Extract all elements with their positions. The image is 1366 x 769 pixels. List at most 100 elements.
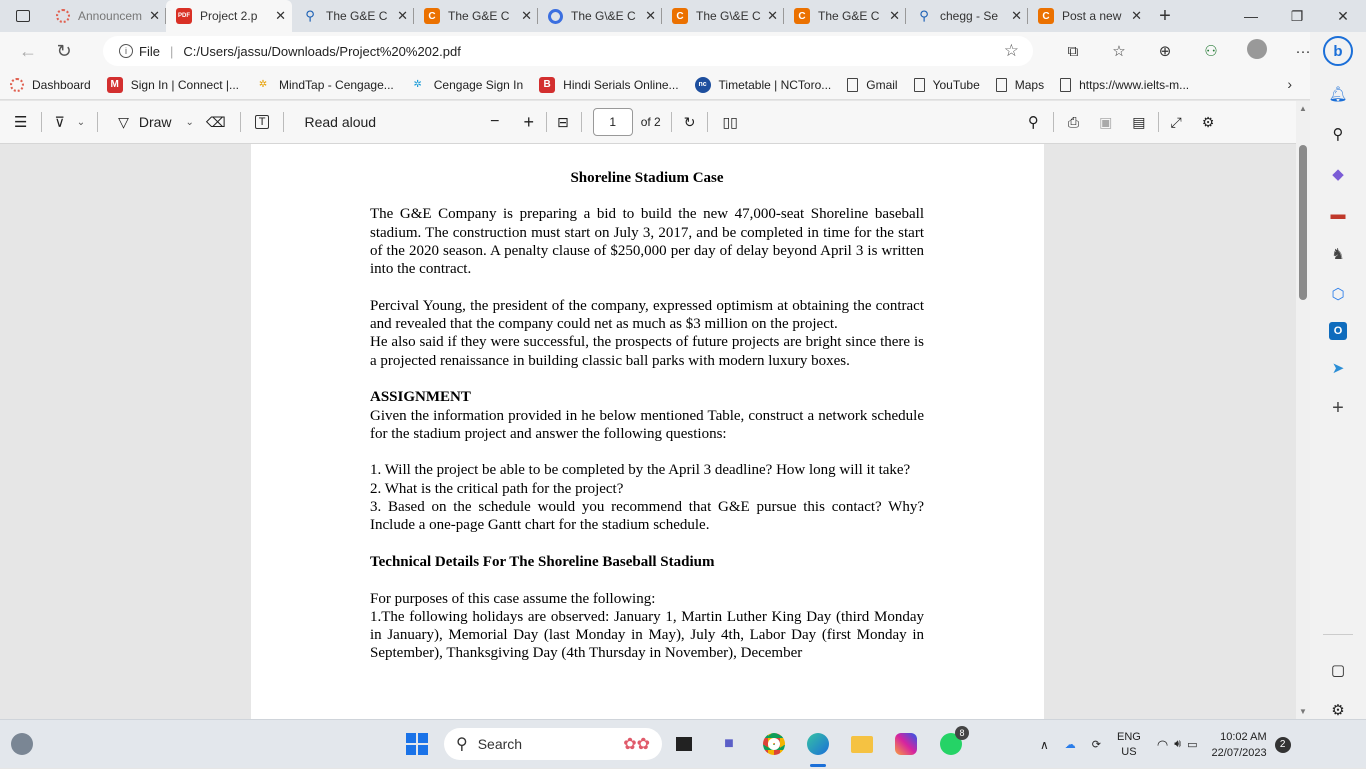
- tab-5[interactable]: C The G\&E C ✕: [662, 0, 784, 32]
- tab-6[interactable]: C The G&E C ✕: [784, 0, 906, 32]
- shopping-tag-icon[interactable]: ◆: [1326, 162, 1350, 186]
- highlight-icon[interactable]: ⊽: [54, 114, 64, 131]
- battery-icon[interactable]: ▭: [1187, 738, 1197, 751]
- bookmark-gmail[interactable]: Gmail: [847, 77, 898, 92]
- paragraph-holidays: 1.The following holidays are observed: J…: [370, 608, 924, 662]
- drop-icon[interactable]: ➤: [1326, 356, 1350, 380]
- bookmark-hindi-serials[interactable]: B Hindi Serials Online...: [539, 76, 679, 93]
- tools-briefcase-icon[interactable]: ▬: [1326, 202, 1350, 226]
- close-icon[interactable]: ✕: [397, 8, 408, 24]
- tab-1[interactable]: PDF Project 2.p ✕: [166, 0, 292, 32]
- bookmark-connect[interactable]: M Sign In | Connect |...: [106, 76, 239, 93]
- bookmark-mindtap[interactable]: ✲ MindTap - Cengage...: [255, 77, 394, 93]
- tab-label: The G&E C: [448, 9, 510, 23]
- save-icon[interactable]: ▣: [1099, 114, 1112, 131]
- hide-sidebar-icon[interactable]: ▢: [1326, 658, 1350, 682]
- tab-7[interactable]: ⚲ chegg - Se ✕: [906, 0, 1028, 32]
- zoom-out-button[interactable]: −: [490, 113, 499, 131]
- scroll-down-icon[interactable]: ▼: [1299, 707, 1307, 716]
- tab-4[interactable]: The G\&E C ✕: [538, 0, 662, 32]
- print-icon[interactable]: ⎙: [1068, 114, 1079, 131]
- bookmark-youtube[interactable]: YouTube: [913, 77, 980, 92]
- close-icon[interactable]: ✕: [645, 8, 656, 24]
- teams-icon[interactable]: ■: [715, 730, 743, 758]
- tab-actions-button[interactable]: [0, 10, 46, 22]
- close-icon[interactable]: ✕: [1011, 8, 1022, 24]
- bing-chat-icon[interactable]: b: [1323, 36, 1353, 66]
- close-icon[interactable]: ✕: [1131, 8, 1142, 24]
- sync-icon[interactable]: ⟳: [1092, 738, 1101, 751]
- chevron-up-icon[interactable]: ∧: [1040, 738, 1049, 752]
- clock[interactable]: 10:02 AM 22/07/2023: [1212, 729, 1267, 761]
- close-icon[interactable]: ✕: [767, 8, 778, 24]
- fit-page-icon[interactable]: ⊟: [557, 114, 569, 131]
- tab-0[interactable]: Announcem ✕: [46, 0, 166, 32]
- close-icon[interactable]: ✕: [889, 8, 900, 24]
- fullscreen-icon[interactable]: ⤢: [1171, 114, 1182, 131]
- task-view-icon[interactable]: [670, 730, 698, 758]
- tab-8[interactable]: C Post a new ✕: [1028, 0, 1148, 32]
- notification-badge[interactable]: 2: [1274, 736, 1291, 753]
- close-icon[interactable]: ✕: [149, 8, 160, 24]
- minimize-button[interactable]: —: [1228, 0, 1274, 32]
- bookmark-timetable[interactable]: nc Timetable | NCToro...: [694, 76, 831, 93]
- url-field[interactable]: i File | C:/Users/jassu/Downloads/Projec…: [103, 36, 1033, 66]
- edge-icon[interactable]: [804, 730, 832, 758]
- zoom-in-button[interactable]: +: [523, 112, 534, 133]
- contents-icon[interactable]: ☰: [14, 113, 27, 131]
- chevron-down-icon[interactable]: ⌄: [186, 117, 194, 128]
- restore-button[interactable]: ❐: [1274, 0, 1320, 32]
- onedrive-icon[interactable]: ☁: [1065, 738, 1076, 751]
- microsoft-365-icon[interactable]: ⬡: [1326, 282, 1350, 306]
- whatsapp-icon[interactable]: 8: [937, 726, 969, 758]
- weather-icon[interactable]: [8, 730, 36, 758]
- chevron-down-icon[interactable]: ⌄: [77, 117, 85, 128]
- paragraph-assignment: Given the information provided in he bel…: [370, 407, 924, 442]
- file-explorer-icon[interactable]: [848, 730, 876, 758]
- volume-icon[interactable]: 🔊︎: [1174, 738, 1181, 751]
- chevron-right-icon[interactable]: ›: [1287, 76, 1292, 92]
- notifications-bell-icon[interactable]: 🔔︎: [1326, 82, 1350, 106]
- chrome-icon[interactable]: [760, 730, 788, 758]
- search-icon[interactable]: ⚲: [1028, 113, 1039, 131]
- close-icon[interactable]: ✕: [521, 8, 532, 24]
- refresh-button[interactable]: ↻: [46, 41, 82, 62]
- draw-button[interactable]: ▽ Draw: [118, 114, 171, 131]
- rotate-icon[interactable]: ↻: [684, 114, 696, 131]
- add-text-icon[interactable]: T: [254, 115, 270, 129]
- scrollbar-thumb[interactable]: [1299, 145, 1307, 300]
- language-indicator[interactable]: ENG US: [1117, 730, 1141, 760]
- profile-avatar[interactable]: [1234, 39, 1280, 63]
- search-icon[interactable]: ⚲: [1326, 122, 1350, 146]
- wifi-icon[interactable]: ◠: [1157, 737, 1168, 753]
- scroll-up-icon[interactable]: ▲: [1299, 104, 1307, 113]
- bookmark-maps[interactable]: Maps: [995, 77, 1044, 92]
- favorites-icon[interactable]: ☆: [1096, 42, 1142, 60]
- start-button[interactable]: [403, 730, 431, 758]
- new-tab-button[interactable]: +: [1148, 5, 1182, 28]
- tab-2[interactable]: ⚲ The G&E C ✕: [292, 0, 414, 32]
- instagram-icon[interactable]: [892, 730, 920, 758]
- vertical-scrollbar[interactable]: ▲ ▼: [1296, 101, 1310, 719]
- page-number-input[interactable]: 1: [592, 108, 633, 136]
- extensions-icon[interactable]: ⧉: [1050, 43, 1096, 60]
- close-window-button[interactable]: ✕: [1320, 0, 1366, 32]
- back-button[interactable]: ←: [10, 41, 46, 62]
- bookmark-ielts[interactable]: https://www.ielts-m...: [1060, 77, 1189, 92]
- collections-icon[interactable]: ⊕: [1142, 42, 1188, 60]
- settings-gear-icon[interactable]: ⚙: [1202, 114, 1215, 131]
- page-view-icon[interactable]: ▯▯: [722, 114, 737, 131]
- add-sidebar-app-icon[interactable]: +: [1326, 396, 1350, 420]
- favorite-star-icon[interactable]: ☆: [1004, 41, 1019, 61]
- performance-icon[interactable]: ⚇: [1188, 42, 1234, 60]
- save-as-icon[interactable]: ▤: [1132, 114, 1145, 131]
- close-icon[interactable]: ✕: [275, 8, 286, 24]
- taskbar-search[interactable]: ⚲ Search ✿✿: [444, 728, 662, 760]
- tab-3[interactable]: C The G&E C ✕: [414, 0, 538, 32]
- bookmark-cengage[interactable]: ✲ Cengage Sign In: [410, 77, 524, 93]
- eraser-icon[interactable]: ⌫: [206, 114, 226, 131]
- games-icon[interactable]: ♞: [1326, 242, 1350, 266]
- read-aloud-button[interactable]: Read aloud: [304, 114, 376, 130]
- outlook-icon[interactable]: O: [1329, 322, 1347, 340]
- bookmark-dashboard[interactable]: Dashboard: [10, 77, 91, 92]
